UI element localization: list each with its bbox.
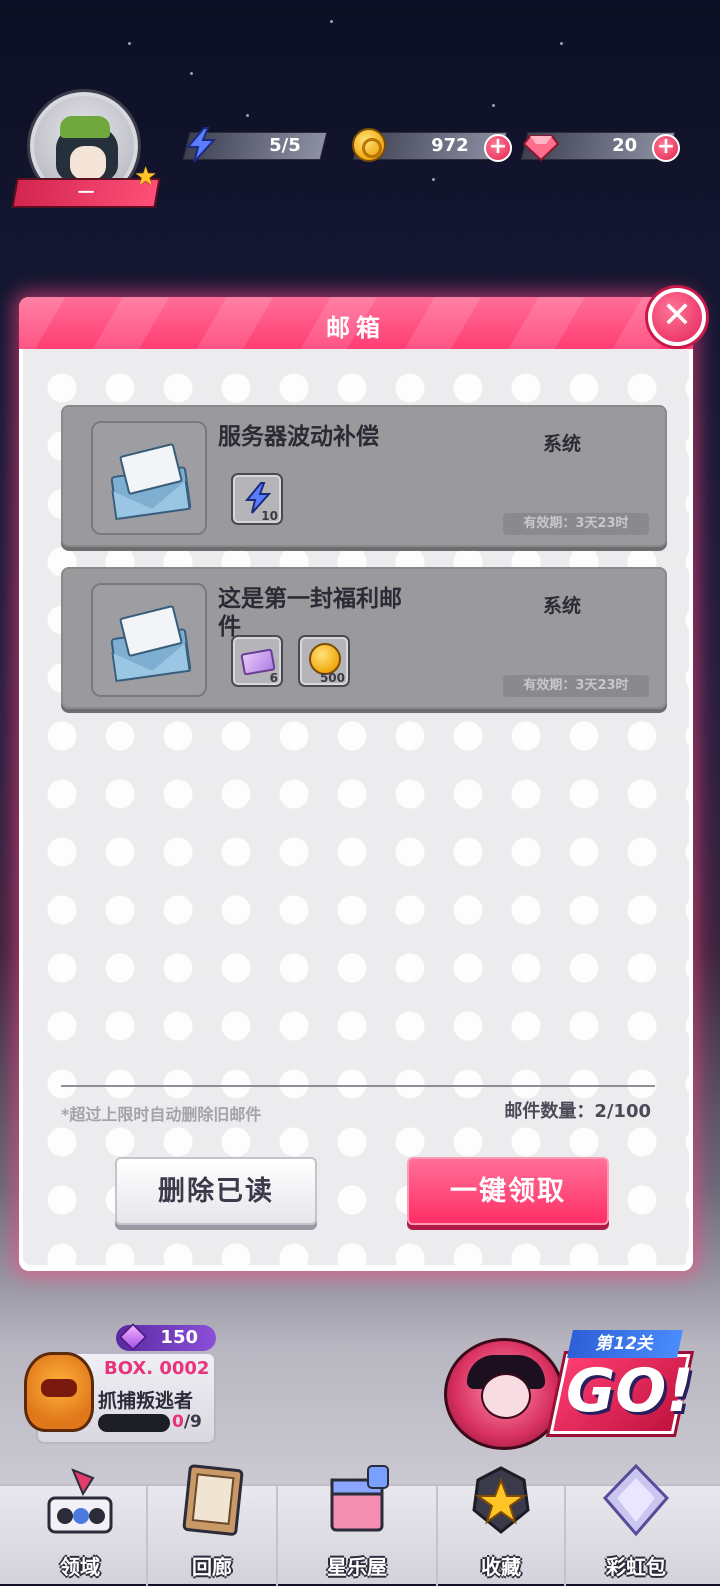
box-mascot-icon — [24, 1352, 94, 1432]
energy-value: 5/5 — [269, 135, 302, 156]
background-star — [190, 72, 193, 75]
character-face — [481, 1373, 531, 1419]
coin-add-button[interactable]: + — [484, 134, 512, 162]
nav-item-gallery[interactable]: 回廊 — [148, 1464, 278, 1586]
go-character-portrait — [444, 1338, 564, 1450]
mailbox-title: 邮箱 — [326, 314, 386, 342]
mail-envelope-thumbnail — [91, 421, 207, 535]
mail-item[interactable]: 这是第一封福利邮件 系统 6 500 有效期：3天23时 — [61, 567, 667, 709]
mailbox-header: 邮箱 — [19, 297, 693, 349]
box-progress: 0/9 — [172, 1412, 202, 1432]
collection-star-icon — [472, 1466, 530, 1534]
coin-value: 972 — [431, 135, 470, 156]
reward-quantity: 6 — [269, 671, 278, 685]
background-star — [330, 20, 333, 23]
rainbow-pack-icon — [602, 1464, 670, 1537]
domain-icon — [47, 1468, 113, 1534]
background-star — [246, 114, 249, 117]
nav-item-domain[interactable]: 领域 — [14, 1468, 148, 1586]
mail-sender: 系统 — [543, 433, 582, 455]
background-star — [432, 178, 435, 181]
mail-expiry: 有效期：3天23时 — [503, 675, 649, 697]
avatar-face — [70, 146, 106, 180]
reward-quantity: 10 — [261, 509, 278, 523]
box-id: BOX. 0002 — [104, 1358, 210, 1379]
reward-slot[interactable]: 10 — [231, 473, 283, 525]
nav-label: 领域 — [60, 1555, 100, 1579]
mail-count: 邮件数量：2/100 — [504, 1101, 651, 1122]
nav-label: 收藏 — [481, 1555, 521, 1579]
reward-slot[interactable]: 6 — [231, 635, 283, 687]
star-badge-icon: ★ — [134, 162, 158, 192]
nav-label: 星乐屋 — [327, 1555, 387, 1579]
close-icon[interactable]: ✕ — [648, 288, 706, 346]
background-star — [560, 42, 563, 45]
box-progress-total: /9 — [183, 1412, 202, 1432]
mailbox-dialog: 邮箱 服务器波动补偿 系统 10 有效期：3天23时 这是第一封福利邮件 系统 … — [19, 297, 693, 1271]
gem-value: 20 — [612, 135, 638, 156]
mailbox-body: 服务器波动补偿 系统 10 有效期：3天23时 这是第一封福利邮件 系统 6 5… — [23, 349, 689, 1265]
background-star — [128, 42, 131, 45]
mail-title: 这是第一封福利邮件 — [218, 586, 402, 640]
energy-bolt-icon — [185, 127, 217, 163]
star-house-icon — [330, 1465, 389, 1532]
reward-slot[interactable]: 500 — [298, 635, 350, 687]
nav-item-star-house[interactable]: 星乐屋 — [278, 1465, 438, 1586]
mail-item[interactable]: 服务器波动补偿 系统 10 有效期：3天23时 — [61, 405, 667, 547]
stage-tag: 第12关 — [567, 1330, 683, 1358]
gem-add-button[interactable]: + — [652, 134, 680, 162]
reward-quantity: 500 — [319, 671, 345, 685]
mail-sender: 系统 — [543, 595, 582, 617]
box-task-name: 抓捕叛逃者 — [98, 1390, 194, 1412]
nav-item-rainbow-pack[interactable]: 彩虹包 — [566, 1464, 706, 1586]
box-progress-current: 0 — [172, 1412, 184, 1432]
box-progress-bar — [98, 1414, 170, 1432]
nav-item-collection[interactable]: 收藏 — [438, 1466, 566, 1586]
mail-expiry: 有效期：3天23时 — [503, 513, 649, 535]
go-label: GO! — [566, 1356, 694, 1426]
bottom-nav: 领域 回廊 星乐屋 收藏 彩虹包 — [0, 1464, 720, 1586]
delete-read-button[interactable]: 删除已读 — [115, 1157, 317, 1225]
mail-envelope-thumbnail — [91, 583, 207, 697]
claim-all-button[interactable]: 一键领取 — [407, 1157, 609, 1225]
background-star — [492, 104, 495, 107]
gallery-icon — [182, 1464, 244, 1536]
footer-divider — [61, 1085, 655, 1087]
gem-icon — [522, 135, 560, 162]
coin-icon — [352, 128, 386, 162]
nav-label: 彩虹包 — [606, 1555, 666, 1579]
avatar-cap — [60, 116, 110, 138]
nav-label: 回廊 — [192, 1555, 232, 1579]
mail-title: 服务器波动补偿 — [218, 424, 379, 450]
auto-delete-note: *超过上限时自动删除旧邮件 — [61, 1105, 262, 1124]
